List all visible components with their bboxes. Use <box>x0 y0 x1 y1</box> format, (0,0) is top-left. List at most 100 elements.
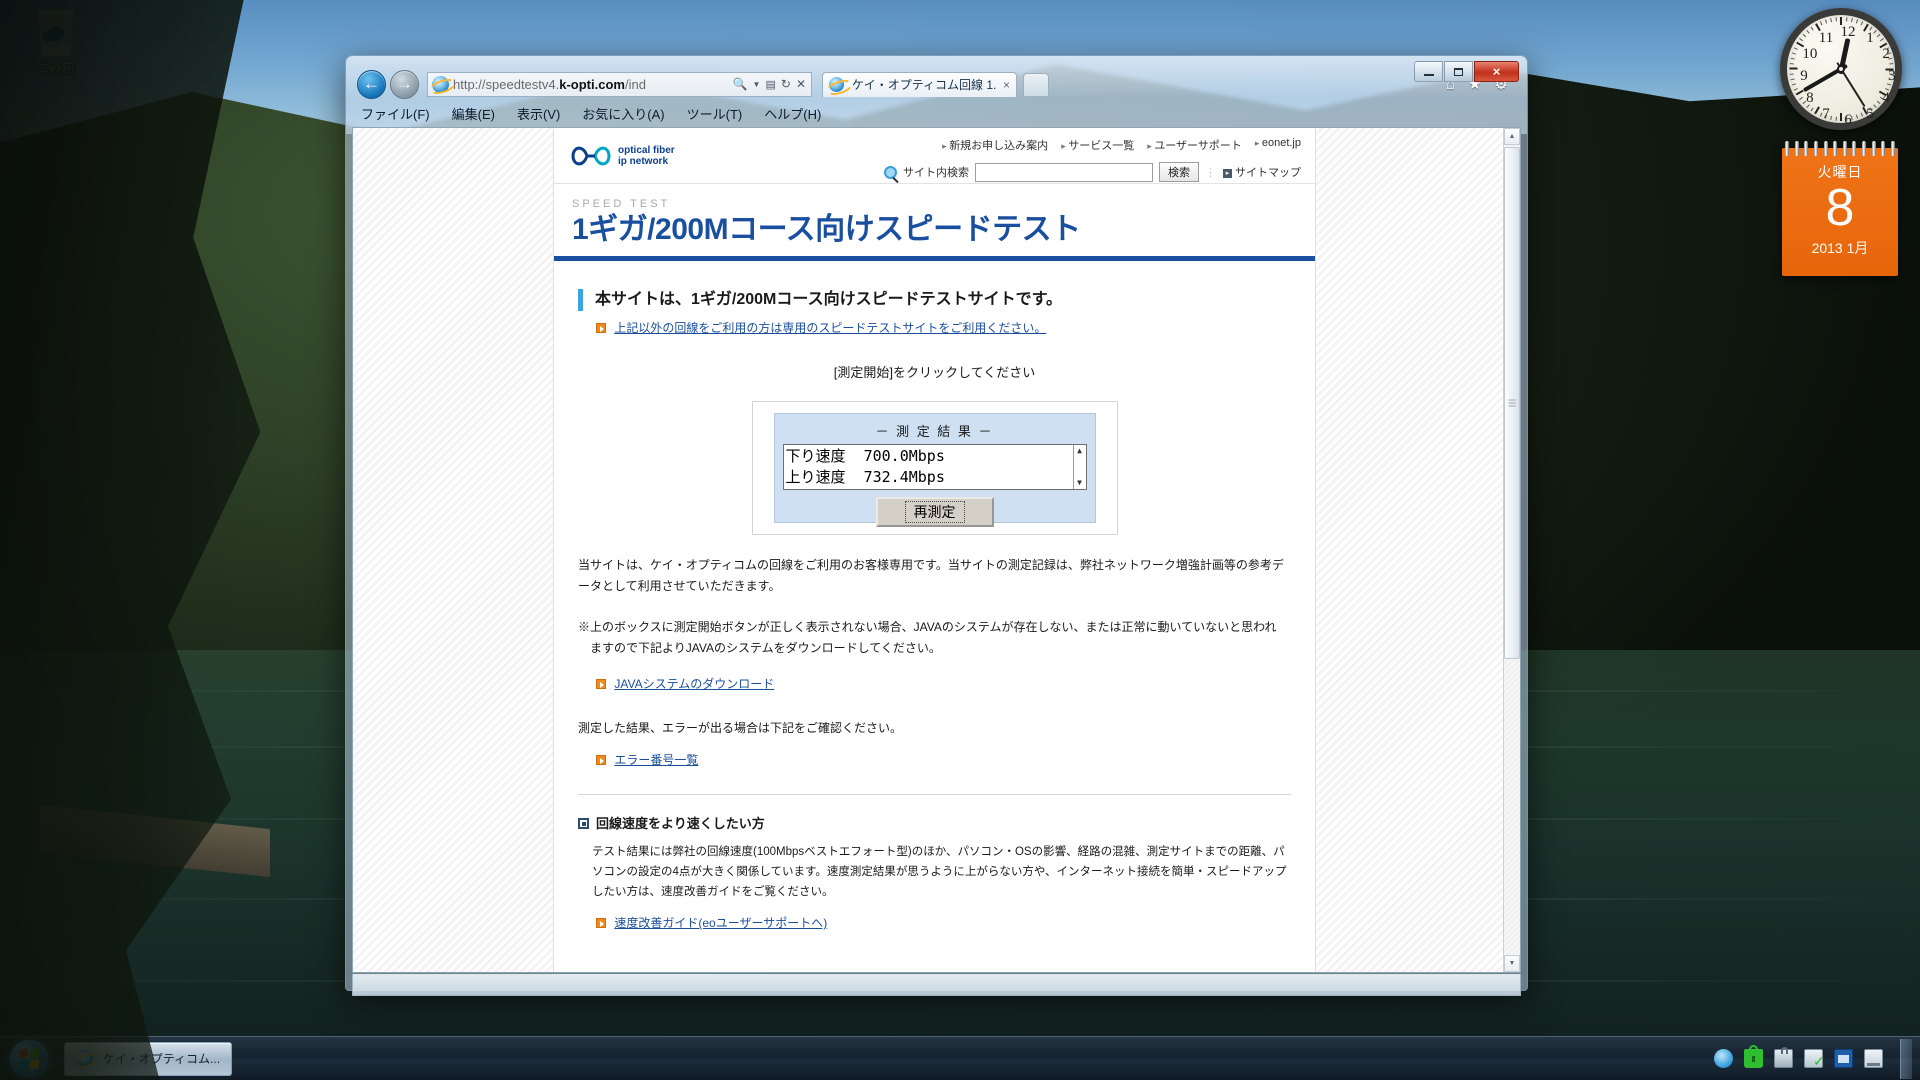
network-icon[interactable] <box>1864 1049 1883 1068</box>
page-title: 1ギガ/200Mコース向けスピードテスト <box>572 213 1081 246</box>
eo-logo-line1: optical fiber <box>618 145 675 156</box>
top-link-support[interactable]: ユーザーサポート <box>1147 137 1242 153</box>
sitemap-link[interactable]: ▸ サイトマップ <box>1223 164 1301 180</box>
browser-content-area: optical fiber ip network 新規お申し込み案内 サービス一… <box>352 127 1521 973</box>
square-bullet-icon <box>578 818 589 829</box>
back-button[interactable]: ← <box>357 69 386 99</box>
other-line-link[interactable]: 上記以外の回線をご利用の方は専用のスピードテストサイトをご利用ください。 <box>614 321 1046 335</box>
tab-favicon-icon <box>829 77 844 92</box>
browser-window[interactable]: × ← → http://speedtestv4.k-opti.com/ind … <box>345 55 1528 996</box>
eo-mark-icon <box>570 143 612 169</box>
java-note-line1: ※上のボックスに測定開始ボタンが正しく表示されない場合、JAVAのシステムが存在… <box>578 620 1277 634</box>
page-body: optical fiber ip network 新規お申し込み案内 サービス一… <box>553 128 1316 972</box>
maximize-button[interactable] <box>1444 61 1473 82</box>
top-link-services[interactable]: サービス一覧 <box>1061 137 1134 153</box>
speed-test-applet[interactable]: － 測 定 結 果 － 下り速度 700.0Mbps 上り速度 732.4Mbp… <box>773 413 1096 527</box>
desktop: ごみ箱 121234567891011 火曜日 8 2013 1月 × ← → <box>0 0 1920 1080</box>
section-body-text: テスト結果には弊社の回線速度(100Mbpsベストエフォート型)のほか、パソコン… <box>592 846 1287 898</box>
scroll-down-button[interactable]: ▼ <box>1504 955 1520 972</box>
window-controls: × <box>1414 61 1519 82</box>
eo-logo[interactable]: optical fiber ip network <box>570 143 675 169</box>
scroll-up-button[interactable]: ▲ <box>1504 128 1520 145</box>
page-scrollbar[interactable]: ▲ ▼ <box>1503 128 1520 972</box>
eo-logo-words: optical fiber ip network <box>618 145 675 167</box>
show-desktop-button[interactable] <box>1900 1038 1912 1079</box>
java-link-row: JAVAシステムのダウンロード <box>578 675 1291 692</box>
tab-close-icon[interactable]: × <box>1003 78 1010 92</box>
recycle-bin-icon[interactable]: ごみ箱 <box>14 6 98 76</box>
stop-icon[interactable]: ✕ <box>796 77 806 91</box>
search-icon[interactable]: 🔍 <box>733 77 748 91</box>
menu-item-file[interactable]: ファイル(F) <box>361 104 430 123</box>
page-eyebrow: SPEED TEST <box>572 198 671 210</box>
scrollbar-track[interactable] <box>1504 145 1520 955</box>
page-background-left <box>353 128 553 972</box>
page-title-block: SPEED TEST 1ギガ/200Mコース向けスピードテスト <box>554 184 1315 248</box>
menu-item-view[interactable]: 表示(V) <box>517 104 560 123</box>
calendar-day-number: 8 <box>1825 179 1855 237</box>
site-search-button[interactable]: 検索 <box>1159 162 1199 182</box>
minimize-button[interactable] <box>1414 61 1443 82</box>
taskbar-item-browser[interactable]: ケイ・オプティコム... <box>64 1041 232 1076</box>
section-heading: 回線速度をより速くしたい方 <box>578 813 1291 832</box>
site-header-right: 新規お申し込み案内 サービス一覧 ユーザーサポート eonet.jp サイト内検… <box>884 135 1301 182</box>
results-list[interactable]: 下り速度 700.0Mbps 上り速度 732.4Mbps ▲ ▼ <box>782 444 1087 490</box>
menu-item-favorites[interactable]: お気に入り(A) <box>582 104 664 123</box>
menu-item-help[interactable]: ヘルプ(H) <box>764 104 821 123</box>
results-scrollbar[interactable]: ▲ ▼ <box>1072 445 1086 489</box>
menu-item-edit[interactable]: 編集(E) <box>452 104 495 123</box>
separator-dots: ⋮ <box>1205 166 1217 179</box>
site-search-input[interactable] <box>975 162 1153 182</box>
lead-link-row: 上記以外の回線をご利用の方は専用のスピードテストサイトをご利用ください。 <box>578 319 1291 336</box>
applet-title: － 測 定 結 果 － <box>875 424 994 439</box>
chevron-down-icon[interactable]: ▼ <box>753 80 761 89</box>
taskbar: ケイ・オプティコム... ✓ <box>0 1036 1920 1080</box>
action-center-icon[interactable] <box>1714 1049 1733 1068</box>
start-button[interactable] <box>6 1039 52 1079</box>
applet-container: － 測 定 結 果 － 下り速度 700.0Mbps 上り速度 732.4Mbp… <box>751 401 1118 535</box>
top-link-apply[interactable]: 新規お申し込み案内 <box>942 137 1048 153</box>
address-url: http://speedtestv4.k-opti.com/ind <box>453 76 646 92</box>
scroll-up-icon[interactable]: ▲ <box>1077 447 1082 455</box>
paragraph-usage: 当サイトは、ケイ・オプティコムの回線をご利用のお客様専用です。当サイトの測定記録… <box>578 558 1284 593</box>
scrollbar-thumb[interactable] <box>1504 147 1520 659</box>
ie-taskbar-icon <box>76 1050 93 1067</box>
title-underline <box>554 256 1315 261</box>
page-content: 本サイトは、1ギガ/200Mコース向けスピードテストサイトです。 上記以外の回線… <box>554 289 1315 931</box>
arrow-bullet-icon <box>596 679 606 689</box>
clock-gadget[interactable]: 121234567891011 <box>1780 8 1902 130</box>
speed-guide-link[interactable]: 速度改善ガイド(eoユーザーサポートへ) <box>614 916 827 930</box>
remeasure-button[interactable]: 再測定 <box>875 497 994 527</box>
top-link-eonet[interactable]: eonet.jp <box>1255 137 1301 153</box>
address-bar-icons: 🔍 ▼ ▤ ↻ ✕ <box>733 77 808 91</box>
start-instruction: [測定開始]をクリックしてください <box>833 365 1036 380</box>
display-icon[interactable] <box>1834 1049 1853 1068</box>
menu-item-tools[interactable]: ツール(T) <box>687 104 743 123</box>
calendar-gadget[interactable]: 火曜日 8 2013 1月 <box>1782 141 1898 276</box>
close-button[interactable]: × <box>1474 61 1519 82</box>
browser-tab[interactable]: ケイ・オプティコム回線 1... × <box>822 71 1017 97</box>
clock-center-pin <box>1837 65 1845 73</box>
printer-icon[interactable]: ✓ <box>1804 1049 1825 1068</box>
site-search-row: サイト内検索 検索 ⋮ ▸ サイトマップ <box>884 162 1301 182</box>
recycle-bin-label: ごみ箱 <box>37 61 74 75</box>
java-download-link[interactable]: JAVAシステムのダウンロード <box>614 677 774 691</box>
arrow-bullet-icon <box>596 755 606 765</box>
site-header: optical fiber ip network 新規お申し込み案内 サービス一… <box>554 128 1315 184</box>
ie-logo-icon <box>432 75 449 93</box>
bin-glyph <box>38 10 74 56</box>
site-top-links: 新規お申し込み案内 サービス一覧 ユーザーサポート eonet.jp <box>884 137 1301 153</box>
error-list-link[interactable]: エラー番号一覧 <box>614 753 698 767</box>
forward-button[interactable]: → <box>390 69 419 99</box>
refresh-icon[interactable]: ↻ <box>781 77 791 91</box>
magnifier-icon <box>884 165 897 179</box>
security-icon[interactable] <box>1744 1045 1763 1068</box>
update-icon[interactable] <box>1774 1047 1793 1068</box>
arrow-bullet-icon <box>596 323 606 333</box>
section-link-row: 速度改善ガイド(eoユーザーサポートへ) <box>578 914 1291 931</box>
address-bar[interactable]: http://speedtestv4.k-opti.com/ind 🔍 ▼ ▤ … <box>427 71 812 97</box>
new-tab-button[interactable] <box>1023 72 1049 96</box>
scroll-down-icon[interactable]: ▼ <box>1077 479 1082 487</box>
compat-view-icon[interactable]: ▤ <box>765 78 775 91</box>
wooden-dock <box>40 804 270 878</box>
